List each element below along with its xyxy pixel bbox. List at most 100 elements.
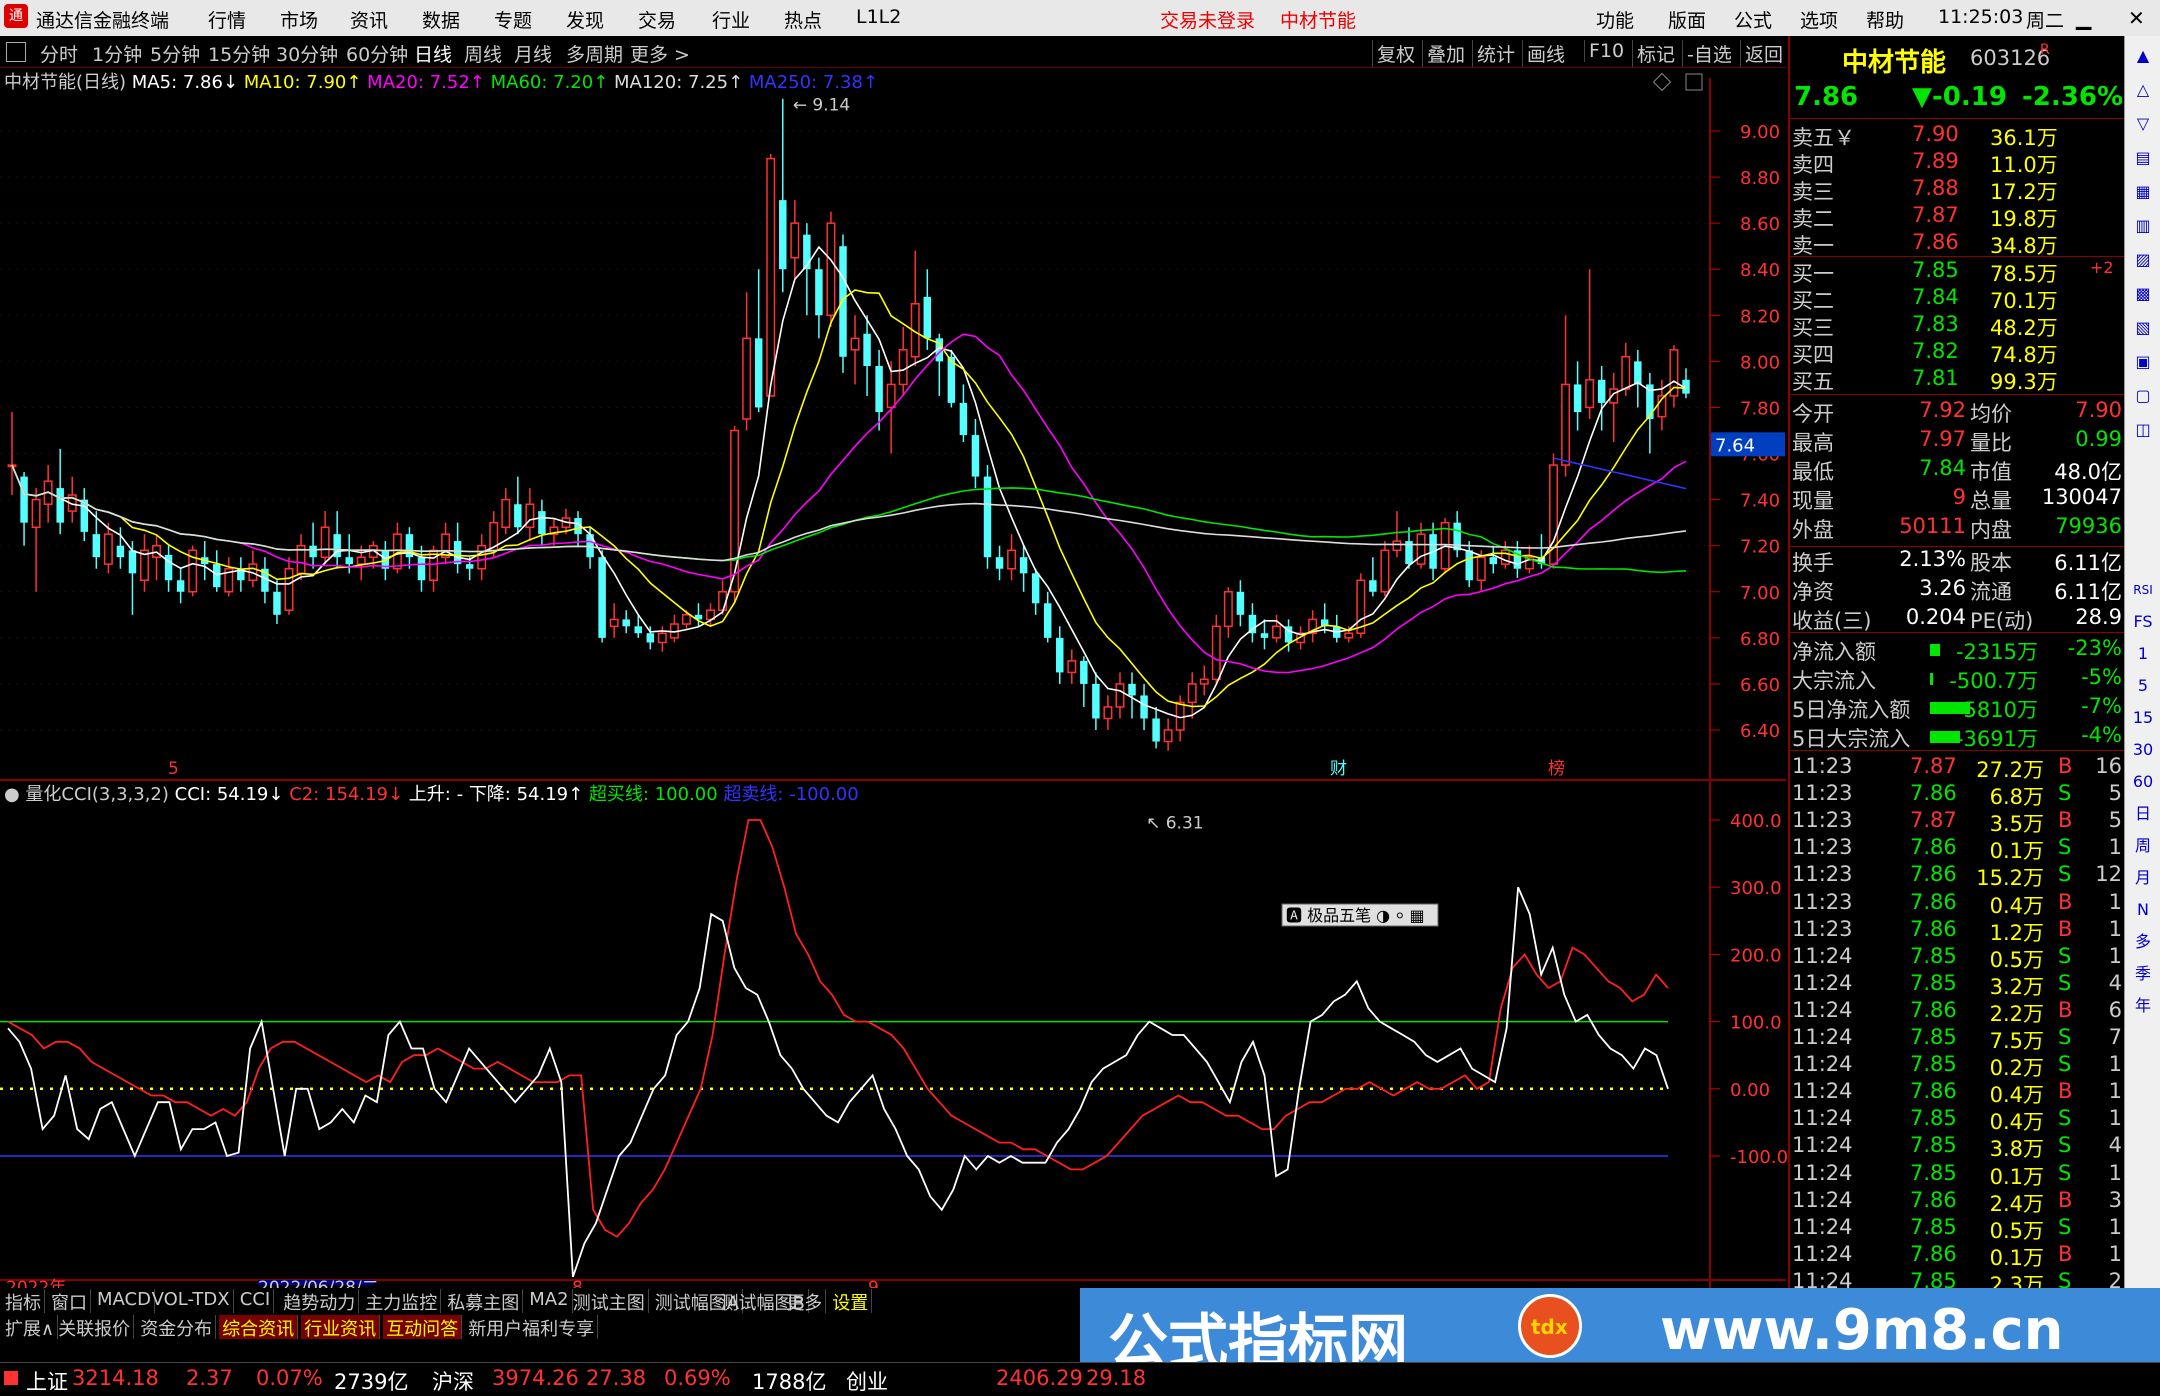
bottom-tab-1[interactable]: 窗口 [48,1289,91,1314]
sidebar-icon-8[interactable]: ▧ [2129,314,2157,342]
menu-6[interactable]: 交易 [638,6,676,33]
sidebar-icon-7[interactable]: ▩ [2129,280,2157,308]
tick-row-9: 11:24 7.86 2.2万 B 6 [1790,997,2126,1026]
period-tab-2[interactable]: 5分钟 [150,40,200,67]
sidebar-item-12[interactable]: 季 [2129,960,2157,988]
menu-8[interactable]: 热点 [784,6,822,33]
bottom-tab2-0[interactable]: 扩展∧ [2,1315,59,1340]
sidebar-icon-10[interactable]: ▢ [2129,382,2157,410]
bottom-tab-5[interactable]: 趋势动力 [280,1289,360,1314]
right-menu-4[interactable]: 帮助 [1866,6,1904,33]
close-icon[interactable]: ✕ [2128,6,2145,30]
period-tab-6[interactable]: 日线 [414,40,452,67]
kline-chart[interactable]: 9.008.808.608.408.208.007.807.607.407.20… [0,68,1788,1298]
sidebar-item-8[interactable]: 周 [2129,832,2157,860]
period-tab-1[interactable]: 1分钟 [92,40,142,67]
trade-status[interactable]: 交易未登录 [1160,6,1255,33]
sidebar-item-0[interactable]: RSI [2129,576,2157,604]
period-tab-5[interactable]: 60分钟 [346,40,408,67]
candle-body [1392,540,1402,552]
menu-5[interactable]: 发现 [566,6,604,33]
right-menu-2[interactable]: 公式 [1734,6,1772,33]
right-menu-3[interactable]: 选项 [1800,6,1838,33]
sidebar-item-7[interactable]: 日 [2129,800,2157,828]
flow-row-3: 5日大宗流入 -3691万 -4% [1790,723,2126,751]
sidebar-icon-0[interactable]: ▲ [2129,42,2157,70]
ask-label: 卖二 [1792,207,1834,231]
window-toggle-icon[interactable] [6,42,26,62]
sidebar-item-9[interactable]: 月 [2129,864,2157,892]
sidebar-item-11[interactable]: 多 [2129,928,2157,956]
bottom-tab2-5[interactable]: 互动问答 [383,1315,463,1340]
bottom-tab-8[interactable]: MA2 [526,1289,573,1313]
tool-button-6[interactable]: -自选 [1682,40,1732,67]
menu-0[interactable]: 行情 [208,6,246,33]
bottom-tab2-3[interactable]: 综合资讯 [219,1315,299,1340]
sidebar-item-13[interactable]: 年 [2129,992,2157,1020]
period-tab-7[interactable]: 周线 [464,40,502,67]
tool-button-1[interactable]: 叠加 [1422,40,1465,67]
sidebar-icon-5[interactable]: ▥ [2129,212,2157,240]
sidebar-item-2[interactable]: 1 [2129,640,2157,668]
menu-4[interactable]: 专题 [494,6,532,33]
tick-price: 7.86 [1910,1079,1957,1104]
chart-area[interactable]: 9.008.808.608.408.208.007.807.607.407.20… [0,68,1788,1298]
bottom-tab-6[interactable]: 主力监控 [362,1289,442,1314]
bottom-tab-9[interactable]: 测试主图 [570,1289,649,1314]
bottom-tab-4[interactable]: CCI [237,1289,275,1313]
period-tab-0[interactable]: 分时 [40,40,78,67]
period-tab-3[interactable]: 15分钟 [208,40,270,67]
bottom-tab-0[interactable]: 指标 [2,1289,45,1314]
minimize-icon[interactable]: ▁ [2076,6,2091,30]
sidebar-item-3[interactable]: 5 [2129,672,2157,700]
tool-button-2[interactable]: 统计 [1472,40,1515,67]
sidebar-item-10[interactable]: N [2129,896,2157,924]
menu-7[interactable]: 行业 [712,6,750,33]
bottom-tab-12[interactable]: 更多 [783,1289,827,1314]
menu-3[interactable]: 数据 [422,6,460,33]
menu-1[interactable]: 市场 [280,6,318,33]
sidebar-icon-9[interactable]: ▣ [2129,348,2157,376]
bottom-tab-2[interactable]: MACD [94,1289,155,1313]
right-menu-0[interactable]: 功能 [1596,6,1634,33]
tool-button-7[interactable]: 返回 [1740,40,1783,67]
right-menu-1[interactable]: 版面 [1668,6,1706,33]
period-tab-10[interactable]: 更多 > [630,40,690,67]
bottom-tab2-4[interactable]: 行业资讯 [301,1315,381,1340]
sidebar-item-1[interactable]: FS [2129,608,2157,636]
sidebar-icon-4[interactable]: ▦ [2129,178,2157,206]
bid-label: 买一 [1792,262,1834,286]
menu-2[interactable]: 资讯 [350,6,388,33]
bottom-tab-3[interactable]: VOL-TDX [149,1289,234,1313]
tool-button-5[interactable]: 标记 [1632,40,1675,67]
tool-button-0[interactable]: 复权 [1372,40,1415,67]
status-item-2: 2.37 [186,1366,233,1390]
tick-time: 11:24 [1792,1025,1853,1049]
sidebar-icon-6[interactable]: ▨ [2129,246,2157,274]
ask-volume: 19.8万 [1990,207,2058,231]
period-tab-4[interactable]: 30分钟 [276,40,338,67]
tool-button-3[interactable]: 画线 [1522,40,1565,67]
tick-side: B [2058,997,2073,1022]
tick-side: B [2058,1187,2073,1212]
candle-body [1344,632,1354,639]
candle-body [657,632,667,644]
sidebar-icon-2[interactable]: ▽ [2129,110,2157,138]
tick-time: 11:24 [1792,970,1853,995]
sidebar-icon-3[interactable]: ▤ [2129,144,2157,172]
tool-button-4[interactable]: F10 [1584,40,1624,62]
flow-pct: -5% [2081,665,2122,689]
bottom-tab-13[interactable]: 设置 [829,1289,873,1314]
period-tab-8[interactable]: 月线 [514,40,552,67]
sidebar-icon-11[interactable]: ◫ [2129,416,2157,444]
sidebar-item-4[interactable]: 15 [2129,704,2157,732]
bottom-tab2-1[interactable]: 关联报价 [55,1315,135,1340]
period-tab-9[interactable]: 多周期 [566,40,623,67]
menu-9[interactable]: L1L2 [856,6,901,28]
bottom-tab2-6[interactable]: 新用户福利专享 [465,1315,599,1340]
bottom-tab2-2[interactable]: 资金分布 [137,1315,217,1340]
sidebar-item-5[interactable]: 30 [2129,736,2157,764]
sidebar-icon-1[interactable]: △ [2129,76,2157,104]
sidebar-item-6[interactable]: 60 [2129,768,2157,796]
bottom-tab-7[interactable]: 私募主图 [444,1289,524,1314]
